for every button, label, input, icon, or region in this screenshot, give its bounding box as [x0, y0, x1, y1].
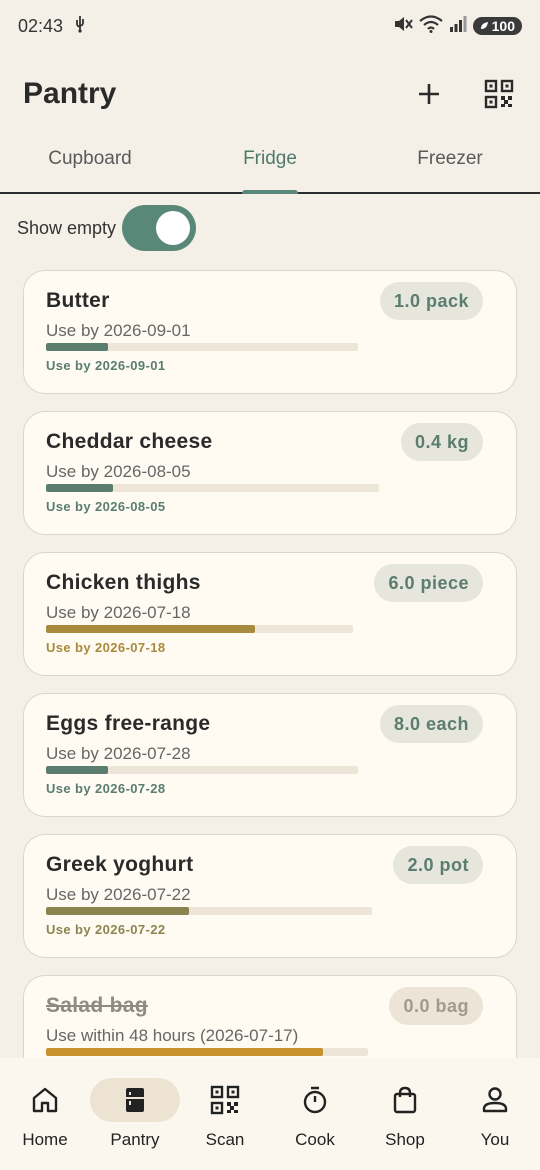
freshness-bar: [46, 907, 372, 915]
freshness-fill: [46, 484, 113, 492]
item-quantity: 2.0 pot: [393, 846, 483, 884]
freshness-fill: [46, 766, 109, 774]
freshness-bar: [46, 343, 358, 351]
battery-indicator: 100: [472, 17, 522, 35]
item-use-by-label: Use by 2026-08-05: [46, 499, 166, 514]
qr-scan-icon: [210, 1085, 240, 1115]
item-name: Chicken thighs: [46, 571, 201, 594]
add-button[interactable]: [412, 77, 446, 111]
item-use-by: Use by 2026-09-01: [46, 321, 191, 340]
nav-pantry[interactable]: Pantry: [90, 1078, 180, 1150]
freshness-bar: [46, 1048, 368, 1056]
item-use-by-label: Use by 2026-07-28: [46, 781, 166, 796]
storage-tabs: Cupboard Fridge Freezer: [0, 128, 540, 194]
item-card[interactable]: Cheddar cheese 0.4 kg Use by 2026-08-05 …: [23, 411, 517, 535]
item-list: Butter 1.0 pack Use by 2026-09-01 Use by…: [0, 270, 540, 1058]
timer-icon: [303, 1086, 327, 1114]
item-card[interactable]: Chicken thighs 6.0 piece Use by 2026-07-…: [23, 552, 517, 676]
app-bar: Pantry: [0, 60, 540, 128]
item-quantity: 0.0 bag: [389, 987, 483, 1025]
item-name: Eggs free-range: [46, 712, 211, 735]
person-icon: [482, 1087, 508, 1113]
wifi-icon: [418, 14, 443, 38]
signal-icon: [449, 15, 467, 38]
freshness-bar: [46, 484, 379, 492]
plus-icon: [419, 84, 439, 104]
item-name: Salad bag: [46, 994, 148, 1017]
shopping-bag-icon: [393, 1086, 417, 1114]
freshness-fill: [46, 625, 255, 633]
item-card[interactable]: Greek yoghurt 2.0 pot Use by 2026-07-22 …: [23, 834, 517, 958]
item-use-by: Use by 2026-07-28: [46, 744, 191, 763]
status-bar: 02:43 100: [0, 0, 540, 52]
nav-label: Pantry: [110, 1130, 160, 1149]
tab-cupboard[interactable]: Cupboard: [0, 128, 180, 192]
show-empty-row: Show empty: [17, 204, 197, 252]
scan-button[interactable]: [482, 77, 516, 111]
item-quantity: 0.4 kg: [400, 423, 483, 461]
show-empty-toggle[interactable]: [122, 205, 197, 251]
battery-saver-icon: [479, 18, 489, 34]
nav-cook[interactable]: Cook: [270, 1078, 360, 1150]
nav-label: Shop: [385, 1130, 425, 1149]
nav-home[interactable]: Home: [0, 1078, 90, 1150]
qr-scan-icon: [484, 79, 514, 109]
tab-freezer[interactable]: Freezer: [360, 128, 540, 192]
item-use-by: Use by 2026-08-05: [46, 462, 191, 481]
usb-icon: [73, 15, 87, 38]
item-name: Cheddar cheese: [46, 430, 213, 453]
item-use-by: Use by 2026-07-22: [46, 885, 191, 904]
item-name: Greek yoghurt: [46, 853, 194, 876]
freshness-fill: [46, 907, 190, 915]
item-use-by-label: Use by 2026-07-18: [46, 640, 166, 655]
nav-you[interactable]: You: [450, 1078, 540, 1150]
item-quantity: 6.0 piece: [374, 564, 483, 602]
nav-label: You: [480, 1130, 510, 1149]
freshness-fill: [46, 343, 109, 351]
toggle-knob: [156, 211, 191, 245]
item-quantity: 1.0 pack: [379, 282, 483, 320]
freshness-bar: [46, 766, 358, 774]
bottom-nav: Home Pantry Scan Cook Shop You: [0, 1058, 540, 1170]
nav-shop[interactable]: Shop: [360, 1078, 450, 1150]
item-card[interactable]: Salad bag 0.0 bag Use within 48 hours (2…: [23, 975, 517, 1058]
page-title: Pantry: [23, 77, 117, 110]
nav-label: Scan: [205, 1130, 245, 1149]
freshness-bar: [46, 625, 353, 633]
item-use-by: Use within 48 hours (2026-07-17): [46, 1026, 299, 1045]
item-card[interactable]: Butter 1.0 pack Use by 2026-09-01 Use by…: [23, 270, 517, 394]
show-empty-label: Show empty: [17, 217, 117, 238]
mute-icon: [393, 15, 413, 38]
freshness-fill: [46, 1048, 323, 1056]
item-quantity: 8.0 each: [379, 705, 483, 743]
home-icon: [32, 1087, 58, 1113]
item-card[interactable]: Eggs free-range 8.0 each Use by 2026-07-…: [23, 693, 517, 817]
battery-level: 100: [491, 18, 515, 34]
nav-scan[interactable]: Scan: [180, 1078, 270, 1150]
fridge-icon: [126, 1088, 144, 1112]
item-use-by-label: Use by 2026-07-22: [46, 922, 166, 937]
item-use-by: Use by 2026-07-18: [46, 603, 191, 622]
nav-label: Home: [22, 1130, 68, 1149]
status-time: 02:43: [18, 15, 64, 36]
item-name: Butter: [46, 289, 110, 312]
item-use-by-label: Use by 2026-09-01: [46, 358, 166, 373]
nav-label: Cook: [295, 1130, 335, 1149]
tab-fridge[interactable]: Fridge: [180, 128, 360, 192]
